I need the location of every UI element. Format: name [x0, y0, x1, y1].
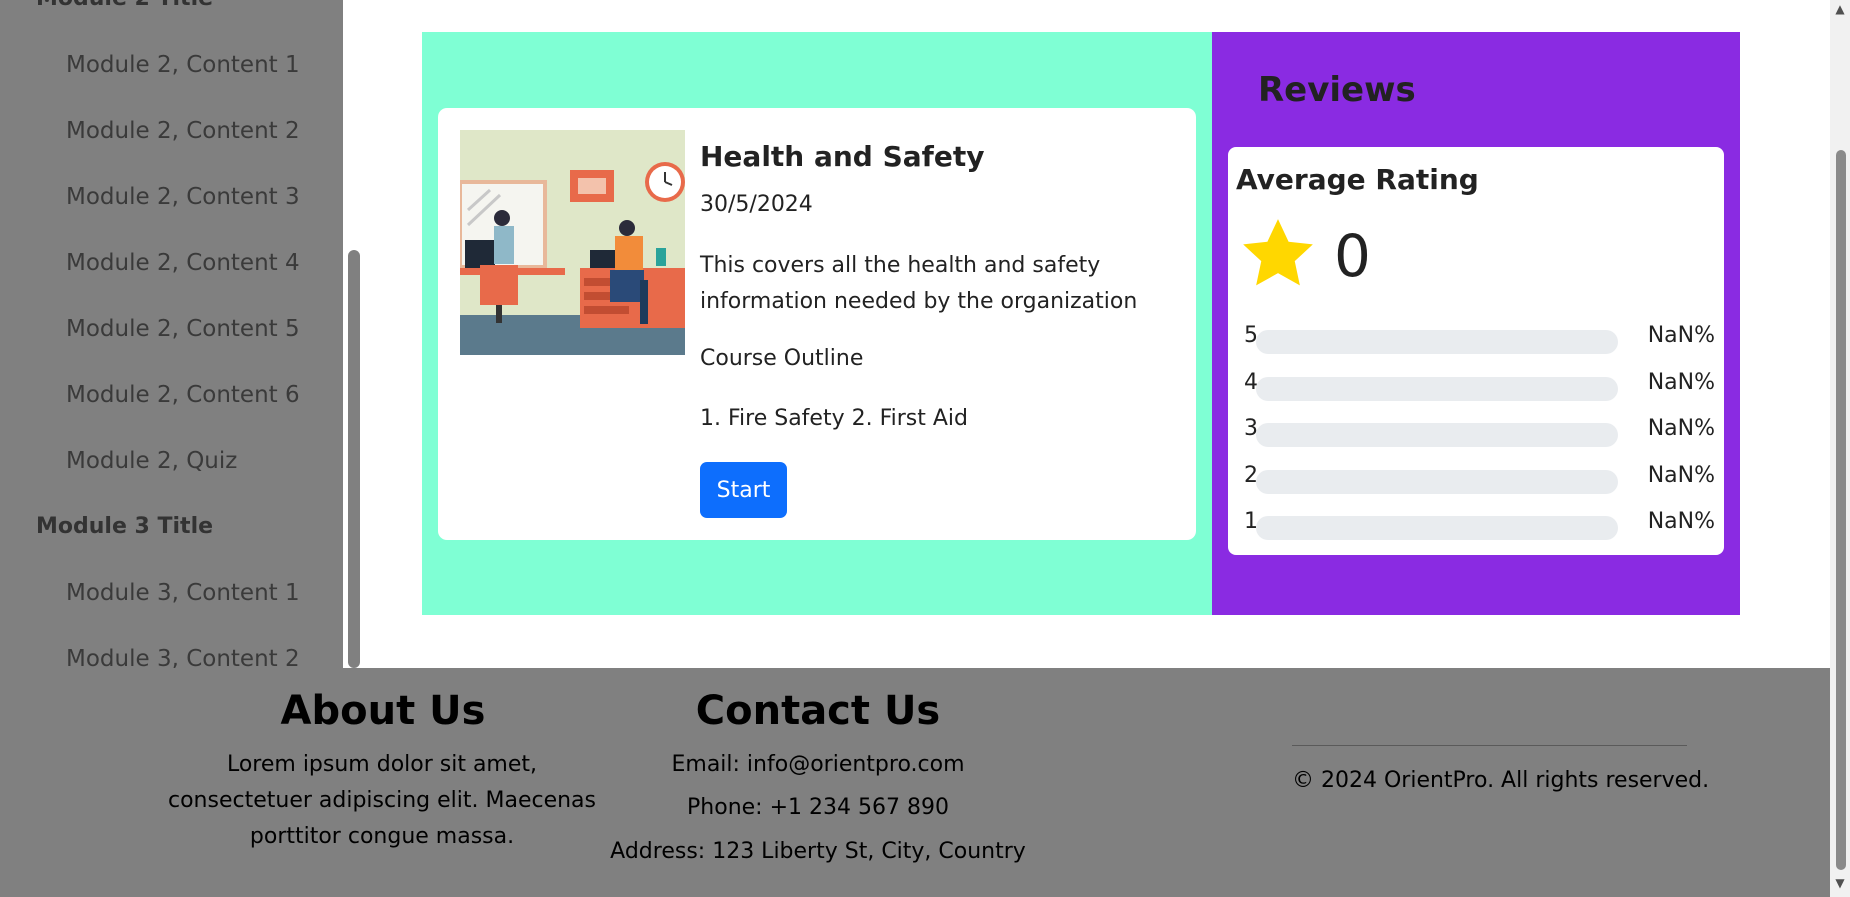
scroll-down-arrow-icon[interactable]: ▼	[1833, 876, 1847, 890]
sidebar-item-module-2-content-6[interactable]: Module 2, Content 6	[66, 382, 300, 408]
contact-phone-text: Phone: +1 234 567 890	[687, 795, 949, 820]
scroll-up-arrow-icon[interactable]: ▲	[1833, 2, 1847, 16]
footer-divider	[1292, 745, 1687, 746]
sidebar-item-module-2-content-2[interactable]: Module 2, Content 2	[66, 118, 300, 144]
course-date: 30/5/2024	[700, 192, 813, 217]
rating-bar-percent-5: NaN%	[1647, 323, 1715, 348]
about-us-text: Lorem ipsum dolor sit amet, consectetuer…	[168, 752, 596, 849]
sidebar-item-module-2-content-1[interactable]: Module 2, Content 1	[66, 52, 300, 78]
about-us-title-text: About Us	[280, 688, 486, 734]
rating-bar-percent-3: NaN%	[1647, 416, 1715, 441]
rating-bar-percent-1: NaN%	[1647, 509, 1715, 534]
sidebar-item-module-3-content-2[interactable]: Module 3, Content 2	[66, 646, 300, 668]
course-image	[460, 130, 685, 355]
course-description: This covers all the health and safety in…	[700, 253, 1138, 314]
sidebar-item-module-2-content-4[interactable]: Module 2, Content 4	[66, 250, 300, 276]
rating-bar-percent-2: NaN%	[1647, 463, 1715, 488]
reviews-title: Reviews	[1258, 70, 1416, 110]
rating-bar-percent-4: NaN%	[1647, 370, 1715, 395]
sidebar-item-module-2-content-3[interactable]: Module 2, Content 3	[66, 184, 300, 210]
rating-bar-1	[1256, 516, 1618, 540]
course-title: Health and Safety	[700, 140, 985, 173]
contact-email-text[interactable]: Email: info@orientpro.com	[671, 752, 964, 777]
rating-bar-4	[1256, 377, 1618, 401]
rating-bar-2	[1256, 470, 1618, 494]
copyright: © 2024 OrientPro. All rights reserved.	[1292, 768, 1710, 793]
module-2-title: Module 2 Title	[36, 0, 213, 11]
average-rating-value: 0	[1334, 222, 1371, 290]
average-rating-title: Average Rating	[1236, 163, 1479, 196]
sidebar-item-module-3-content-1[interactable]: Module 3, Content 1	[66, 580, 300, 606]
sidebar-item-module-2-content-5[interactable]: Module 2, Content 5	[66, 316, 300, 342]
course-outline-label: Course Outline	[700, 346, 864, 371]
start-button[interactable]: Start	[700, 462, 787, 518]
rating-bar-5	[1256, 330, 1618, 354]
page-scrollbar-thumb[interactable]	[1836, 150, 1846, 870]
module-3-title[interactable]: Module 3 Title	[36, 514, 213, 539]
sidebar-scrollbar-thumb[interactable]	[348, 250, 360, 668]
office-workers-illustration-icon	[460, 130, 685, 355]
sidebar: Module 2 Title Module 2, Content 1 Modul…	[0, 0, 343, 668]
course-outline: 1. Fire Safety 2. First Aid	[700, 406, 969, 431]
rating-bar-3	[1256, 423, 1618, 447]
contact-address-text: Address: 123 Liberty St, City, Country	[610, 839, 1026, 864]
star-icon	[1243, 219, 1313, 286]
sidebar-item-module-2-quiz[interactable]: Module 2, Quiz	[66, 448, 237, 474]
contact-us-title-text: Contact Us	[695, 688, 941, 734]
